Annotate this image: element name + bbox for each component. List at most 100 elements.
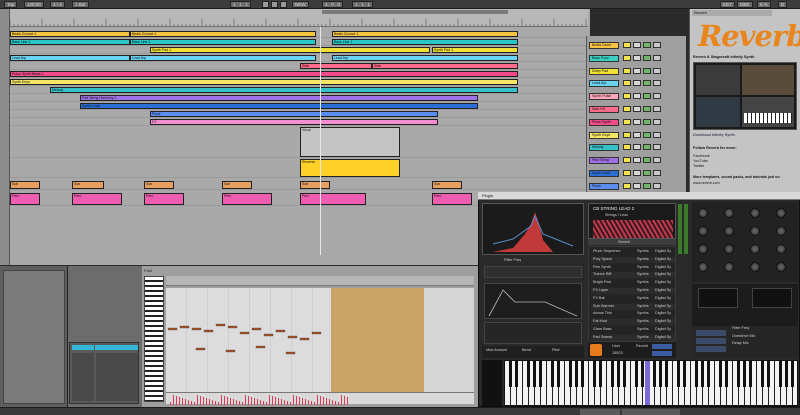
midi-note[interactable] — [251, 327, 262, 331]
black-key[interactable] — [623, 361, 626, 387]
track-lane[interactable]: Vocal — [10, 126, 588, 158]
velocity-bar[interactable] — [176, 396, 177, 405]
track-lane[interactable]: Bass Line 1 Bass Line 1 Bass Line 1 — [10, 38, 588, 46]
velocity-bar[interactable] — [320, 396, 321, 405]
env-display[interactable] — [752, 288, 792, 308]
velocity-bar[interactable] — [179, 397, 180, 405]
activator-button[interactable] — [623, 118, 631, 125]
monitor-button[interactable] — [653, 93, 661, 100]
velocity-bar[interactable] — [233, 399, 234, 405]
synth-knob[interactable] — [776, 226, 786, 236]
time-signature-field[interactable]: 4 / 4 — [50, 1, 65, 8]
solo-button[interactable] — [633, 54, 641, 61]
midi-clip[interactable]: Bass Line 1 — [130, 39, 316, 45]
velocity-bar[interactable] — [248, 396, 249, 405]
velocity-bar[interactable] — [314, 402, 315, 405]
arm-button[interactable] — [643, 157, 651, 164]
black-key[interactable] — [557, 361, 560, 387]
activator-button[interactable] — [623, 54, 631, 61]
midi-note[interactable] — [275, 329, 286, 333]
patch-list-item[interactable]: Trance Riff Synths Digital Sy — [591, 272, 675, 279]
track-lane[interactable]: Lead Arp Lead Arp Lead Arp — [10, 54, 588, 62]
synth-knob[interactable] — [776, 208, 786, 218]
velocity-bar[interactable] — [299, 397, 300, 405]
solo-button[interactable] — [633, 144, 641, 151]
black-key[interactable] — [575, 361, 578, 387]
track-header[interactable]: Synth Pulse — [589, 93, 685, 101]
tempo-field[interactable]: 120.00 — [24, 1, 44, 8]
patch-list-item[interactable]: Bright Pad Synths Digital Sy — [591, 280, 675, 287]
patch-list-item[interactable]: FX Layer Synths Digital Sy — [591, 288, 675, 294]
black-key[interactable] — [611, 361, 614, 387]
velocity-bar[interactable] — [296, 396, 297, 405]
midi-note[interactable] — [285, 351, 296, 355]
right-list-item-0[interactable]: Overdrive Mix — [732, 334, 755, 338]
track-header[interactable]: Synth Keys — [589, 131, 685, 139]
website-link[interactable]: www.reverb.com — [693, 181, 720, 185]
status-track-selector[interactable] — [580, 409, 620, 415]
velocity-bar[interactable] — [212, 400, 213, 405]
black-key[interactable] — [569, 361, 572, 387]
velocity-bar[interactable] — [287, 401, 288, 405]
solo-button[interactable] — [633, 42, 641, 48]
midi-note[interactable] — [287, 335, 298, 339]
midi-clip[interactable]: Perc — [300, 193, 366, 205]
midi-clip[interactable]: Stab — [372, 63, 518, 69]
facebook-link[interactable]: Facebook — [693, 154, 710, 158]
midi-clip[interactable]: Perc — [72, 193, 122, 205]
black-key[interactable] — [785, 361, 788, 387]
velocity-bar[interactable] — [200, 396, 201, 405]
midi-note[interactable] — [263, 333, 274, 337]
midi-note[interactable] — [299, 337, 310, 341]
monitor-button[interactable] — [653, 144, 661, 151]
midi-clip[interactable]: Pulse Synth Beats 1 — [10, 71, 518, 77]
track-name[interactable]: Pulse Synth — [589, 118, 619, 126]
loop-brace[interactable] — [322, 10, 508, 14]
black-key[interactable] — [737, 361, 740, 387]
track-header[interactable]: Beats Drum — [589, 42, 685, 49]
black-key[interactable] — [701, 361, 704, 387]
solo-button[interactable] — [633, 93, 641, 100]
patch-list-item[interactable]: Glam Bass Synths Digital Sy — [591, 327, 675, 333]
track-header[interactable]: Melody — [589, 144, 685, 152]
patch-list-item[interactable]: Poly Space Synths Digital Sy — [591, 256, 675, 263]
velocity-bar[interactable] — [329, 399, 330, 405]
activator-button[interactable] — [623, 93, 631, 100]
black-key[interactable] — [725, 361, 728, 387]
patch-search[interactable]: Search — [618, 240, 630, 244]
black-key[interactable] — [665, 361, 668, 387]
midi-clip[interactable]: Beats Groove 1 — [130, 31, 316, 37]
patch-list-item[interactable]: Pad Sweep Synths Digital Sy — [591, 334, 675, 341]
synth-knob[interactable] — [724, 262, 734, 272]
velocity-bar[interactable] — [341, 395, 342, 405]
plugin-keyboard[interactable] — [504, 360, 798, 406]
lfo-row[interactable] — [484, 266, 582, 278]
midi-note[interactable] — [311, 331, 322, 335]
velocity-bar[interactable] — [338, 402, 339, 405]
velocity-bar[interactable] — [302, 398, 303, 405]
track-name[interactable]: Beats Drum — [589, 42, 619, 49]
clip-color-tab[interactable] — [72, 345, 94, 350]
velocity-bar[interactable] — [257, 399, 258, 405]
monitor-button[interactable] — [653, 106, 661, 112]
midi-note[interactable] — [167, 327, 178, 331]
black-key[interactable] — [779, 361, 782, 387]
black-key[interactable] — [653, 361, 656, 387]
midi-clip[interactable]: Perc — [144, 193, 184, 205]
velocity-lane[interactable] — [166, 392, 474, 405]
midi-map-button[interactable]: MIDI — [737, 1, 753, 8]
arm-button[interactable] — [643, 42, 651, 48]
patch-list-item[interactable]: FX Bat Synths Digital Sy — [591, 295, 675, 302]
midi-clip[interactable]: Sub — [10, 181, 40, 189]
velocity-bar[interactable] — [251, 397, 252, 405]
track-lane[interactable]: FX — [10, 118, 588, 126]
arm-button[interactable] — [643, 182, 651, 189]
save-button[interactable] — [652, 351, 672, 356]
notes-tab[interactable] — [95, 345, 138, 350]
black-key[interactable] — [761, 361, 764, 387]
black-key[interactable] — [635, 361, 638, 387]
black-key[interactable] — [749, 361, 752, 387]
velocity-bar[interactable] — [194, 402, 195, 405]
synth-knob[interactable] — [750, 244, 760, 254]
monitor-button[interactable] — [653, 131, 661, 138]
